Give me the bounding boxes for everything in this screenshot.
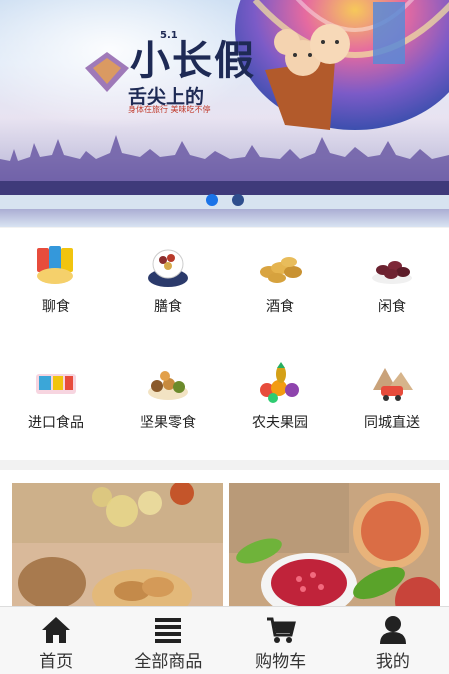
promo-banner[interactable]: 5.1 小长假 舌尖上的 身体在旅行 美味吃不停 — [0, 0, 449, 227]
pomegranate-photo — [229, 483, 440, 610]
product-section — [0, 470, 449, 610]
category-item-liaoshi[interactable]: 聊食 — [0, 228, 112, 344]
category-item-delivery[interactable]: 同城直送 — [336, 344, 448, 460]
nav-label: 我的 — [375, 652, 410, 672]
category-item-jiushi[interactable]: 酒食 — [224, 228, 336, 344]
category-item-nuts[interactable]: 坚果零食 — [112, 344, 224, 460]
imported-food-icon — [36, 374, 76, 394]
nav-label: 购物车 — [255, 652, 307, 672]
hot-air-balloon-illustration — [235, 0, 449, 130]
dates-icon — [372, 261, 412, 284]
category-label: 同城直送 — [364, 415, 420, 431]
nav-home[interactable]: 首页 — [0, 607, 112, 674]
carousel-indicators — [0, 194, 449, 206]
category-label: 进口食品 — [28, 415, 84, 431]
nav-profile[interactable]: 我的 — [337, 607, 449, 674]
fruit-basket-icon — [260, 362, 299, 403]
delivery-car-icon — [373, 368, 413, 401]
dried-fruit-bowl-icon — [148, 249, 188, 287]
kite-illustration — [85, 52, 129, 92]
category-item-imported[interactable]: 进口食品 — [0, 344, 112, 460]
category-label: 酒食 — [266, 299, 294, 315]
category-grid: 聊食 膳食 酒食 闲食 进口食品 坚果零食 农夫果园 同城直送 — [0, 228, 449, 460]
home-icon — [42, 617, 71, 643]
user-icon — [379, 616, 406, 644]
category-label: 坚果零食 — [140, 415, 196, 431]
banner-title: 小长假 — [130, 37, 256, 84]
nav-label: 首页 — [39, 652, 74, 672]
snack-bags-icon — [37, 246, 73, 284]
category-label: 膳食 — [154, 299, 182, 315]
cart-icon — [266, 617, 296, 643]
category-label: 闲食 — [378, 299, 406, 315]
nav-all-products[interactable]: 全部商品 — [112, 607, 224, 674]
category-label: 聊食 — [42, 299, 70, 315]
product-card-pomegranate[interactable] — [229, 483, 440, 610]
carousel-dot-1[interactable] — [205, 194, 218, 206]
list-icon — [155, 618, 182, 643]
category-item-xianshi[interactable]: 闲食 — [336, 228, 448, 344]
bottom-navigation: 首页 全部商品 购物车 我的 — [0, 606, 449, 674]
category-item-shanshi[interactable]: 膳食 — [112, 228, 224, 344]
peanuts-icon — [260, 257, 302, 283]
category-item-fruit[interactable]: 农夫果园 — [224, 344, 336, 460]
app: 5.1 小长假 舌尖上的 身体在旅行 美味吃不停 聊食 膳食 酒食 闲食 进口食… — [0, 0, 449, 674]
walnut-photo — [12, 483, 223, 610]
banner-tagline: 身体在旅行 美味吃不停 — [128, 105, 211, 114]
nav-cart[interactable]: 购物车 — [225, 607, 337, 674]
category-label: 农夫果园 — [252, 415, 308, 431]
product-card-walnut[interactable] — [12, 483, 223, 610]
mixed-nuts-icon — [148, 371, 188, 400]
nav-label: 全部商品 — [134, 652, 203, 672]
carousel-dot-2[interactable] — [231, 194, 244, 206]
